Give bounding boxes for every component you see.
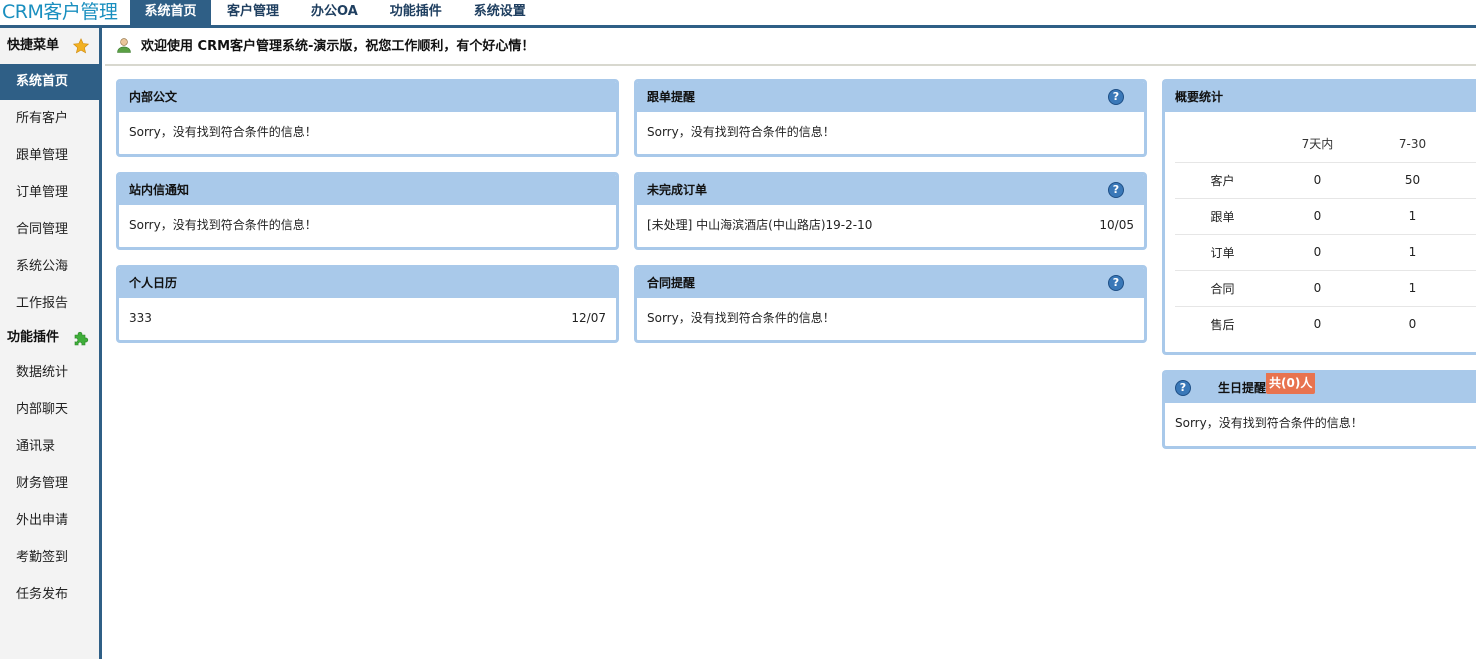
- calendar-entry-text: 333: [129, 311, 152, 325]
- panel-title: 未完成订单: [647, 183, 708, 197]
- table-row: 客户 0 50: [1175, 162, 1476, 199]
- panel-pending-orders: 未完成订单 ? [未处理] 中山海滨酒店(中山路店)19-2-10 10/05: [634, 172, 1147, 250]
- panel-summary-stats: 概要统计 7天内 7-30 客户 0 50 跟单 0 1 订单 0 1 合同 0…: [1162, 79, 1476, 355]
- column-header: [1175, 126, 1270, 163]
- help-icon[interactable]: ?: [1108, 275, 1124, 291]
- row-label: 订单: [1175, 234, 1270, 271]
- stats-table: 7天内 7-30 客户 0 50 跟单 0 1 订单 0 1 合同 0 1 售后…: [1175, 126, 1476, 342]
- sidebar-item-chat[interactable]: 内部聊天: [0, 391, 99, 428]
- tab-customers[interactable]: 客户管理: [211, 0, 295, 25]
- panel-body: Sorry，没有找到符合条件的信息！: [647, 125, 835, 139]
- row-label: 售后: [1210, 317, 1235, 332]
- panel-title: 内部公文: [119, 82, 616, 112]
- sidebar-item-work-report[interactable]: 工作报告: [0, 285, 99, 322]
- panel-body: Sorry，没有找到符合条件的信息！: [129, 125, 317, 139]
- top-bar: CRM客户管理 系统首页 客户管理 办公OA 功能插件 系统设置: [0, 0, 1476, 28]
- row-label: 客户: [1175, 162, 1270, 199]
- cell-7d: 0: [1270, 270, 1365, 307]
- welcome-text: 欢迎使用 CRM客户管理系统-演示版，祝您工作顺利，有个好心情！: [141, 39, 535, 54]
- welcome-bar: 欢迎使用 CRM客户管理系统-演示版，祝您工作顺利，有个好心情！: [105, 28, 1476, 66]
- panel-birthday-reminder: ? 生日提醒 共(0)人 Sorry，没有找到符合条件的信息！: [1162, 370, 1476, 449]
- order-entry[interactable]: [未处理] 中山海滨酒店(中山路店)19-2-10 10/05: [637, 205, 1144, 243]
- panel-site-messages: 站内信通知 Sorry，没有找到符合条件的信息！: [116, 172, 619, 250]
- sidebar-item-outing[interactable]: 外出申请: [0, 502, 99, 539]
- row-label: 合同: [1175, 270, 1270, 307]
- puzzle-icon: [74, 331, 89, 346]
- app-logo: CRM客户管理: [2, 1, 118, 23]
- panel-title: 站内信通知: [119, 175, 616, 205]
- sidebar-item-finance[interactable]: 财务管理: [0, 465, 99, 502]
- sidebar-item-all-customers[interactable]: 所有客户: [0, 100, 99, 137]
- table-row: 订单 0 1: [1175, 234, 1476, 271]
- table-row: 售后 0 0: [1175, 306, 1476, 342]
- row-label: 跟单: [1175, 198, 1270, 235]
- cell-7d: 0: [1270, 162, 1365, 199]
- panel-body: Sorry，没有找到符合条件的信息！: [129, 218, 317, 232]
- cell-7d: 0: [1270, 198, 1365, 235]
- star-icon: [73, 38, 89, 54]
- panel-followup-reminder: 跟单提醒 ? Sorry，没有找到符合条件的信息！: [634, 79, 1147, 157]
- sidebar-item-orders[interactable]: 订单管理: [0, 174, 99, 211]
- sidebar-item-tasks[interactable]: 任务发布: [0, 576, 99, 613]
- table-row: 合同 0 1: [1175, 270, 1476, 307]
- sidebar-section-title: 功能插件: [7, 330, 60, 345]
- panel-calendar: 个人日历 333 12/07: [116, 265, 619, 343]
- tab-plugins[interactable]: 功能插件: [374, 0, 458, 25]
- sidebar-item-attendance[interactable]: 考勤签到: [0, 539, 99, 576]
- cell-30d: 1: [1365, 234, 1460, 271]
- tab-home[interactable]: 系统首页: [130, 0, 211, 25]
- main-nav: 系统首页 客户管理 办公OA 功能插件 系统设置: [130, 0, 542, 25]
- tab-office-oa[interactable]: 办公OA: [295, 0, 374, 25]
- cell-30d: 1: [1365, 270, 1460, 307]
- panel-title: 合同提醒: [647, 276, 696, 290]
- sidebar-section-title: 快捷菜单: [7, 38, 60, 53]
- panel-title: 概要统计: [1165, 82, 1476, 112]
- panel-body: Sorry，没有找到符合条件的信息！: [1175, 416, 1363, 430]
- sidebar-section-plugins: 功能插件: [0, 322, 99, 354]
- sidebar-item-home[interactable]: 系统首页: [0, 64, 99, 100]
- sidebar-item-public-pool[interactable]: 系统公海: [0, 248, 99, 285]
- sidebar-item-contracts[interactable]: 合同管理: [0, 211, 99, 248]
- cell-30d: 1: [1365, 198, 1460, 235]
- panel-title: 个人日历: [119, 268, 616, 298]
- order-entry-text: [未处理] 中山海滨酒店(中山路店)19-2-10: [647, 218, 873, 232]
- tab-settings[interactable]: 系统设置: [458, 0, 542, 25]
- cell-30d: 0: [1408, 317, 1417, 332]
- panel-contract-reminder: 合同提醒 ? Sorry，没有找到符合条件的信息！: [634, 265, 1147, 343]
- cell-7d: 0: [1270, 234, 1365, 271]
- sidebar-item-statistics[interactable]: 数据统计: [0, 354, 99, 391]
- order-entry-date: 10/05: [1099, 218, 1134, 232]
- column-header: 7天内: [1270, 126, 1365, 163]
- sidebar-item-contacts[interactable]: 通讯录: [0, 428, 99, 465]
- sidebar-section-quick: 快捷菜单: [0, 28, 99, 64]
- calendar-entry[interactable]: 333 12/07: [119, 298, 616, 336]
- cell-7d: 0: [1313, 317, 1322, 332]
- table-row: 跟单 0 1: [1175, 198, 1476, 235]
- help-icon[interactable]: ?: [1108, 89, 1124, 105]
- panel-internal-notice: 内部公文 Sorry，没有找到符合条件的信息！: [116, 79, 619, 157]
- cell-30d: 50: [1365, 162, 1460, 199]
- help-icon[interactable]: ?: [1108, 182, 1124, 198]
- table-header-row: 7天内 7-30: [1175, 126, 1476, 163]
- sidebar: 快捷菜单 系统首页 所有客户 跟单管理 订单管理 合同管理 系统公海 工作报告 …: [0, 28, 102, 659]
- user-icon: [117, 38, 131, 53]
- birthday-count-badge: 共(0)人: [1266, 373, 1316, 394]
- column-header: 7-30: [1365, 126, 1460, 163]
- panel-title: 跟单提醒: [647, 90, 696, 104]
- panel-title: 生日提醒: [1218, 381, 1267, 395]
- panel-body: Sorry，没有找到符合条件的信息！: [647, 311, 835, 325]
- calendar-entry-date: 12/07: [571, 311, 606, 325]
- help-icon[interactable]: ?: [1175, 380, 1191, 396]
- sidebar-item-followup[interactable]: 跟单管理: [0, 137, 99, 174]
